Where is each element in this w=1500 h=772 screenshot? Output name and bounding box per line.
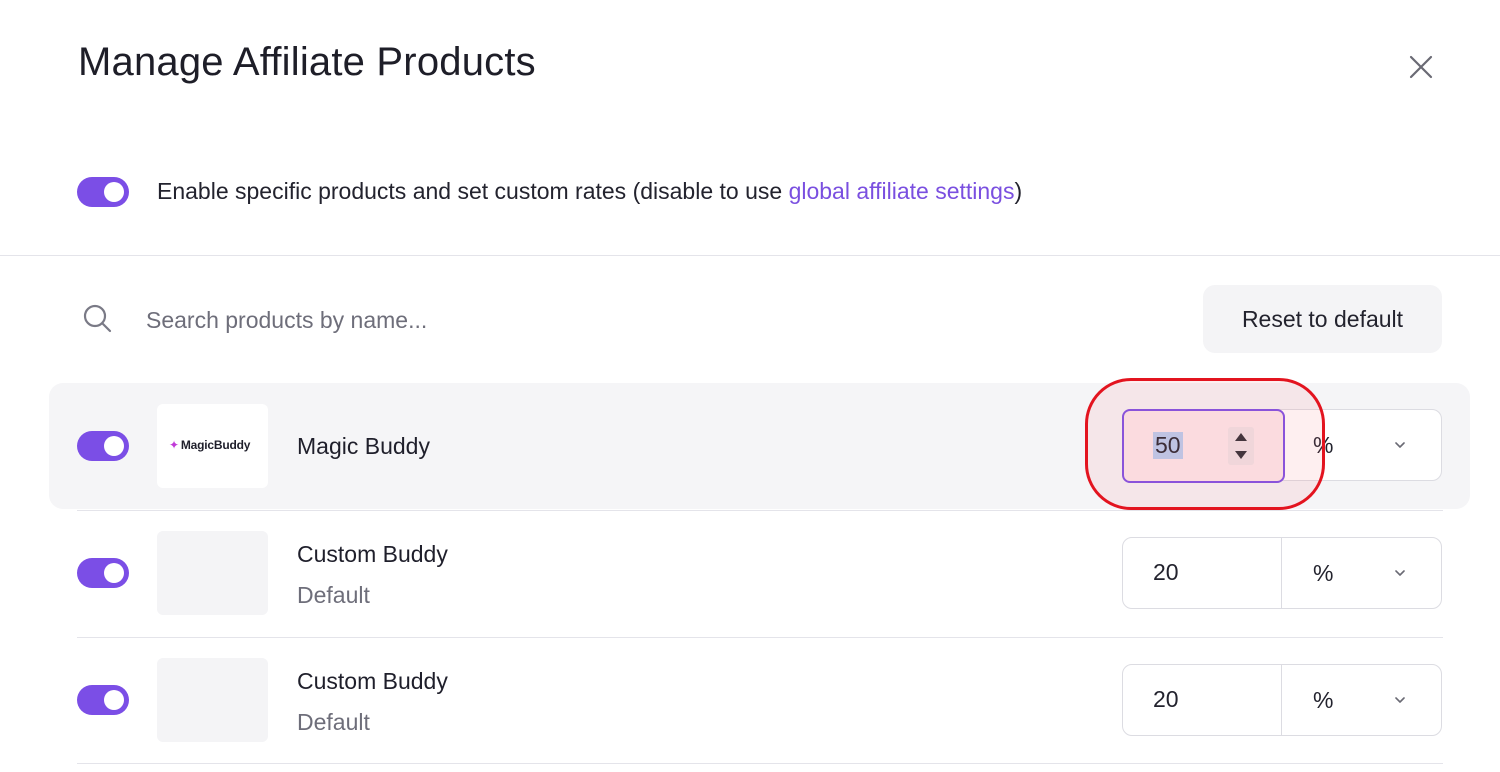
rate-unit-select[interactable]: % [1313, 687, 1333, 714]
product-thumbnail [157, 531, 268, 615]
product-enabled-toggle[interactable] [77, 685, 129, 715]
commission-rate-group: 20 % [1122, 537, 1442, 609]
row-divider [77, 763, 1443, 764]
product-enabled-toggle[interactable] [77, 431, 129, 461]
chevron-down-icon[interactable] [1393, 438, 1407, 452]
chevron-down-icon[interactable] [1393, 693, 1407, 707]
sparkle-icon: ✦ [169, 438, 179, 452]
product-subtitle: Default [297, 582, 370, 608]
manage-affiliate-products-modal: Manage Affiliate Products Enable specifi… [0, 0, 1500, 772]
product-subtitle: Default [297, 709, 370, 735]
commission-rate-value: 20 [1153, 559, 1179, 585]
global-affiliate-settings-link[interactable]: global affiliate settings [789, 178, 1015, 204]
stepper-up-icon[interactable] [1235, 433, 1247, 441]
commission-rate-input[interactable]: 20 [1123, 665, 1282, 735]
rate-unit-select[interactable]: % [1313, 560, 1333, 587]
search-icon [82, 303, 114, 335]
commission-rate-value: 50 [1153, 432, 1183, 459]
rate-unit-select[interactable]: % [1313, 432, 1333, 459]
enable-text-suffix: ) [1014, 178, 1023, 204]
commission-rate-input[interactable]: 20 [1123, 538, 1282, 608]
product-thumbnail: ✦ MagicBuddy [157, 404, 268, 488]
search-input[interactable] [146, 300, 746, 340]
enable-specific-products-label: Enable specific products and set custom … [157, 178, 1022, 205]
product-name: Custom Buddy [297, 668, 448, 694]
enable-specific-products-toggle[interactable] [77, 177, 129, 207]
commission-rate-value: 20 [1153, 686, 1179, 712]
chevron-down-icon[interactable] [1393, 566, 1407, 580]
product-row: Custom Buddy Default 20 % [0, 510, 1500, 637]
number-stepper[interactable] [1228, 427, 1254, 465]
section-divider [0, 255, 1500, 256]
commission-rate-group: 20 % [1122, 664, 1442, 736]
product-row: ✦ MagicBuddy Magic Buddy 50 % [0, 383, 1500, 510]
logo-text: MagicBuddy [180, 438, 251, 452]
row-divider [77, 637, 1443, 638]
product-row: Custom Buddy Default 20 % [0, 637, 1500, 764]
enable-text: Enable specific products and set custom … [157, 178, 789, 204]
commission-rate-input[interactable]: 50 [1122, 409, 1285, 483]
commission-rate-group: 50 % [1122, 409, 1442, 483]
close-icon-glyph [1409, 55, 1433, 79]
product-thumbnail [157, 658, 268, 742]
row-divider [77, 510, 1443, 511]
magicbuddy-logo: ✦ MagicBuddy [169, 438, 250, 452]
stepper-down-icon[interactable] [1235, 451, 1247, 459]
modal-title: Manage Affiliate Products [78, 40, 536, 84]
product-name: Custom Buddy [297, 541, 448, 567]
product-enabled-toggle[interactable] [77, 558, 129, 588]
product-name: Magic Buddy [297, 433, 430, 459]
reset-to-default-button[interactable]: Reset to default [1203, 285, 1442, 353]
close-icon[interactable] [1404, 50, 1438, 84]
